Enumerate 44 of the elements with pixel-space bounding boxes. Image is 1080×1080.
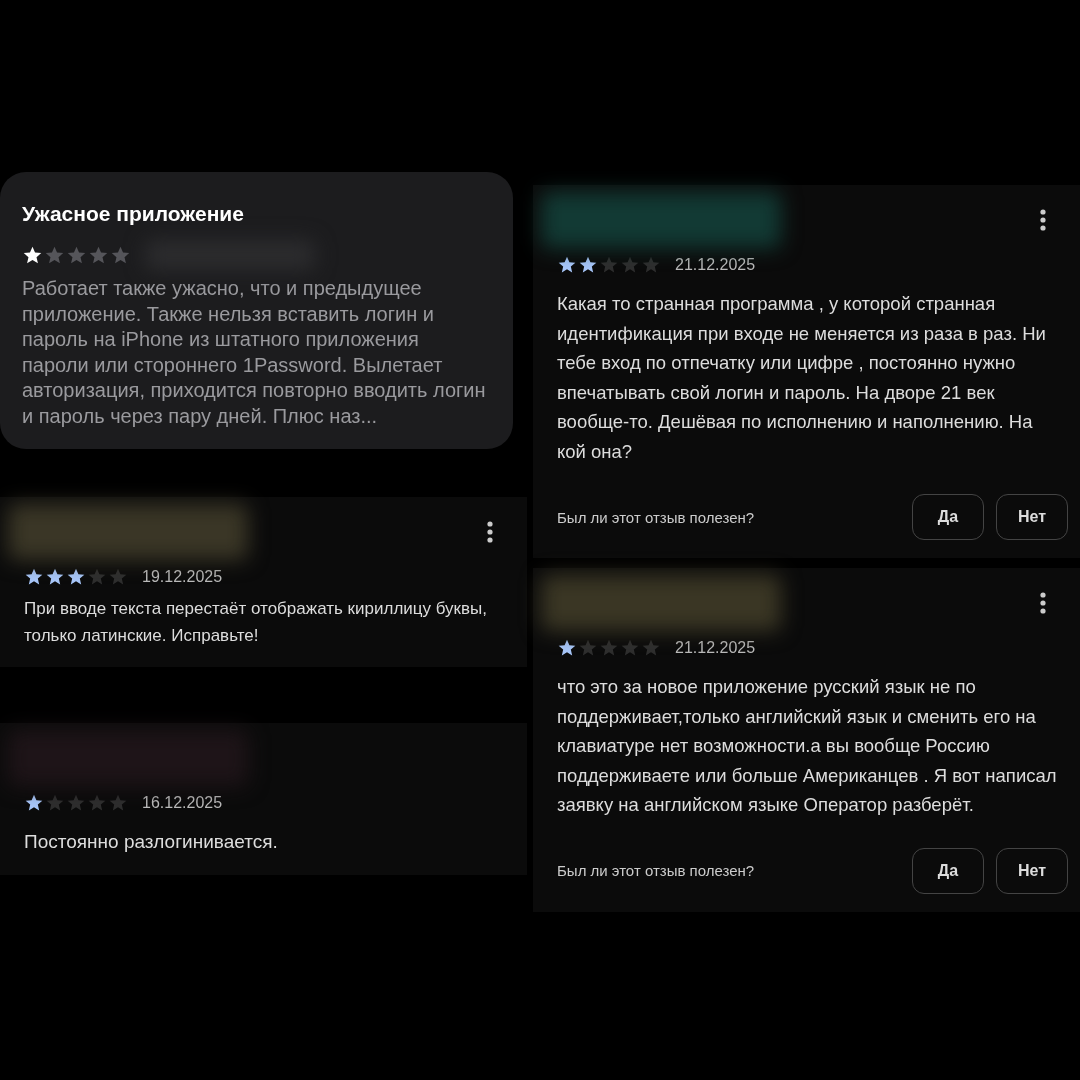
review-text: При вводе текста перестаёт отображать кириллицу буквы, только латинские. Исправьте!	[24, 598, 489, 647]
more-menu-icon[interactable]	[1040, 592, 1046, 614]
filled-star-icon	[557, 638, 577, 658]
empty-star-icon	[620, 638, 640, 658]
review-date: 16.12.2025	[142, 794, 223, 812]
review-text: Работает также ужасно, что и предыдущее приложение. Также нельзя вставить логин и пароль на iPhone из штатного приложения пароли или стороннего 1Password. Вылетает авторизация, приходится повторно вводить логин и пароль через пару дней. Плюс наз...	[22, 276, 487, 429]
empty-star-icon	[87, 793, 107, 813]
empty-star-icon	[66, 793, 86, 813]
empty-star-icon	[44, 244, 65, 266]
helpful-question: Был ли этот отзыв полезен?	[557, 508, 756, 526]
helpful-question: Был ли этот отзыв полезен?	[557, 862, 756, 879]
filled-star-icon	[24, 793, 44, 813]
empty-star-icon	[620, 255, 640, 275]
empty-star-icon	[578, 638, 598, 658]
review-title: Ужасное приложение	[22, 202, 245, 226]
review-date: 19.12.2025	[142, 568, 223, 586]
empty-star-icon	[641, 255, 661, 275]
empty-star-icon	[599, 255, 619, 275]
no-button[interactable]: Нет	[996, 847, 1068, 894]
filled-star-icon	[45, 567, 65, 587]
review-date: 21.12.2025	[675, 639, 756, 657]
yes-button[interactable]: Да	[912, 847, 984, 894]
empty-star-icon	[110, 244, 131, 266]
more-menu-icon[interactable]	[487, 521, 493, 543]
empty-star-icon	[45, 793, 65, 813]
review-text: Какая то странная программа , у которой странная идентификация при входе не меняется из раза в раз. Ни тебе вход по отпечатку или цифре , постоянно нужно впечатывать свой логин и пароль. На дворе 21 век вообще-то. Дешёвая по исполнению и наполнению. На кой она?	[557, 292, 1047, 464]
no-button[interactable]: Нет	[996, 494, 1068, 540]
filled-star-icon	[22, 244, 43, 266]
review-date: 21.12.2025	[675, 256, 756, 274]
review-text: что это за новое приложение русский язык не по поддерживает,только английский язык и сменить его на клавиатуре нет возможности.а вы вообще Россию поддерживаете или больше Американцев . Я вот написал заявку на английском языке Оператор разберёт.	[557, 675, 1058, 817]
yes-button[interactable]: Да	[912, 494, 984, 540]
empty-star-icon	[599, 638, 619, 658]
filled-star-icon	[66, 567, 86, 587]
empty-star-icon	[88, 244, 109, 266]
empty-star-icon	[66, 244, 87, 266]
review-text: Постоянно разлогинивается.	[24, 830, 279, 854]
more-menu-icon[interactable]	[1040, 209, 1046, 231]
empty-star-icon	[87, 567, 107, 587]
filled-star-icon	[24, 567, 44, 587]
filled-star-icon	[578, 255, 598, 275]
empty-star-icon	[108, 567, 128, 587]
empty-star-icon	[641, 638, 661, 658]
empty-star-icon	[108, 793, 128, 813]
filled-star-icon	[557, 255, 577, 275]
